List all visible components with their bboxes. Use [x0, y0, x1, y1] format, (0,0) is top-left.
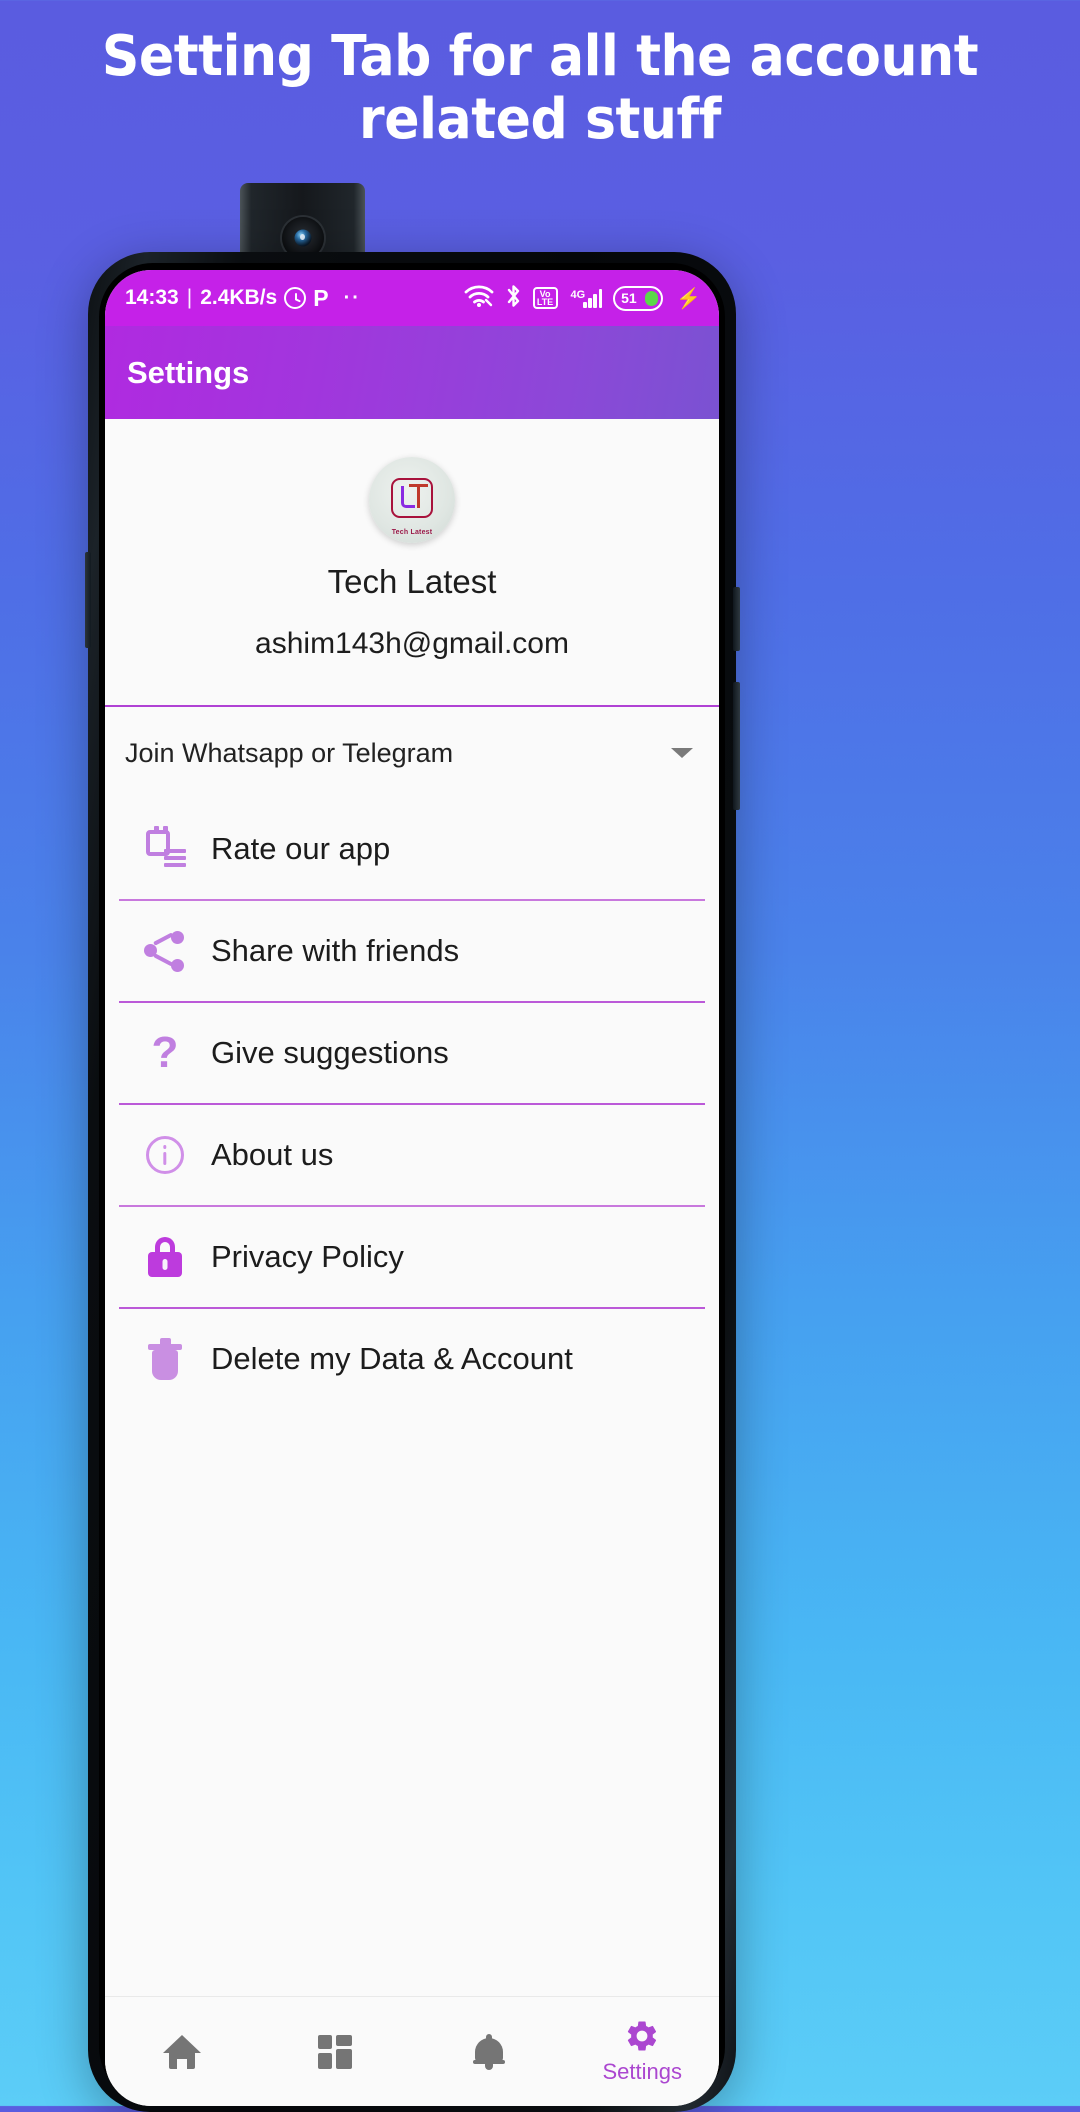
list-item-label: Privacy Policy: [211, 1239, 404, 1274]
list-item-rate-our-app[interactable]: Rate our app: [105, 799, 719, 899]
phone-device-frame: 14:33 | 2.4KB/s P ·· Vo LTE 4G 51 ⚡ Sett…: [85, 252, 740, 2112]
status-time: 14:33: [125, 286, 179, 309]
list-item-label: About us: [211, 1137, 334, 1172]
battery-fill: [645, 290, 659, 306]
share-icon: [133, 931, 197, 972]
phone-button-power[interactable]: [733, 587, 740, 651]
nav-tab-label: Settings: [602, 2059, 683, 2084]
list-item-label: Share with friends: [211, 933, 460, 968]
join-community-label: Join Whatsapp or Telegram: [125, 737, 454, 768]
page-headline: Setting Tab for all the account related …: [101, 24, 979, 152]
profile-name: Tech Latest: [327, 563, 497, 600]
list-item-delete-my-data-and-account[interactable]: Delete my Data & Account: [105, 1309, 719, 1409]
bell-icon: [472, 2033, 505, 2070]
list-item-privacy-policy[interactable]: Privacy Policy: [105, 1207, 719, 1307]
camera-lens-glint: [299, 233, 305, 240]
status-bar-right: Vo LTE 4G 51 ⚡: [464, 284, 701, 313]
lock-icon: [133, 1237, 197, 1277]
bottom-navigation-bar: Settings: [105, 1996, 719, 2106]
rate-review-icon: [133, 826, 197, 870]
list-item-share-with-friends[interactable]: Share with friends: [105, 901, 719, 1001]
signal-bars-icon: 4G: [569, 288, 603, 308]
list-item-label: Delete my Data & Account: [211, 1341, 573, 1376]
status-network-speed: 2.4KB/s: [200, 286, 278, 309]
battery-percent: 51: [621, 290, 637, 306]
phone-screen: 14:33 | 2.4KB/s P ·· Vo LTE 4G 51 ⚡ Sett…: [105, 270, 719, 2106]
avatar[interactable]: Tech Latest: [369, 457, 455, 543]
more-notifications-icon: ··: [343, 286, 361, 309]
charging-bolt-icon: ⚡: [676, 287, 701, 310]
gear-icon: [624, 2018, 660, 2054]
info-circle-icon: [133, 1136, 197, 1174]
join-community-dropdown[interactable]: Join Whatsapp or Telegram: [105, 707, 719, 799]
popup-camera-module: [240, 183, 365, 263]
chevron-down-icon[interactable]: [671, 748, 693, 758]
status-separator: |: [186, 286, 193, 309]
bluetooth-icon: [505, 284, 522, 313]
signal-bars: [583, 288, 603, 308]
logo-letter-l: [401, 486, 415, 508]
dashboard-icon: [318, 2034, 353, 2069]
home-icon: [162, 2034, 201, 2069]
app-bar: Settings: [105, 326, 719, 419]
logo-caption: Tech Latest: [391, 529, 433, 536]
list-item-give-suggestions[interactable]: ? Give suggestions: [105, 1003, 719, 1103]
battery-indicator: 51: [613, 285, 664, 311]
settings-list: Rate our app Share with friends ? Give s…: [105, 799, 719, 1409]
status-bar-left: 14:33 | 2.4KB/s P ··: [125, 286, 361, 310]
phone-button-volume[interactable]: [733, 682, 740, 810]
nav-tab-home[interactable]: [105, 2034, 259, 2069]
nav-tab-notifications[interactable]: [412, 2033, 566, 2070]
trash-icon: [133, 1338, 197, 1380]
alarm-icon: [284, 287, 307, 309]
question-mark-icon: ?: [151, 1028, 179, 1078]
settings-content: Tech Latest Tech Latest ashim143h@gmail.…: [105, 419, 719, 1409]
profile-email: ashim143h@gmail.com: [255, 627, 569, 660]
page-title: Settings: [127, 354, 250, 390]
list-item-label: Give suggestions: [211, 1035, 449, 1070]
list-item-about-us[interactable]: About us: [105, 1105, 719, 1205]
nav-tab-dashboard[interactable]: [259, 2034, 413, 2069]
list-item-label: Rate our app: [211, 831, 391, 866]
p-app-icon: P: [313, 284, 329, 311]
wifi-icon: [464, 284, 494, 312]
volte-icon: Vo LTE: [532, 287, 558, 309]
profile-section: Tech Latest Tech Latest ashim143h@gmail.…: [105, 419, 719, 683]
phone-button-left[interactable]: [85, 552, 91, 648]
status-bar: 14:33 | 2.4KB/s P ·· Vo LTE 4G 51 ⚡: [105, 270, 719, 326]
brand-logo-icon: [391, 478, 433, 518]
nav-tab-settings[interactable]: Settings: [566, 2018, 720, 2085]
